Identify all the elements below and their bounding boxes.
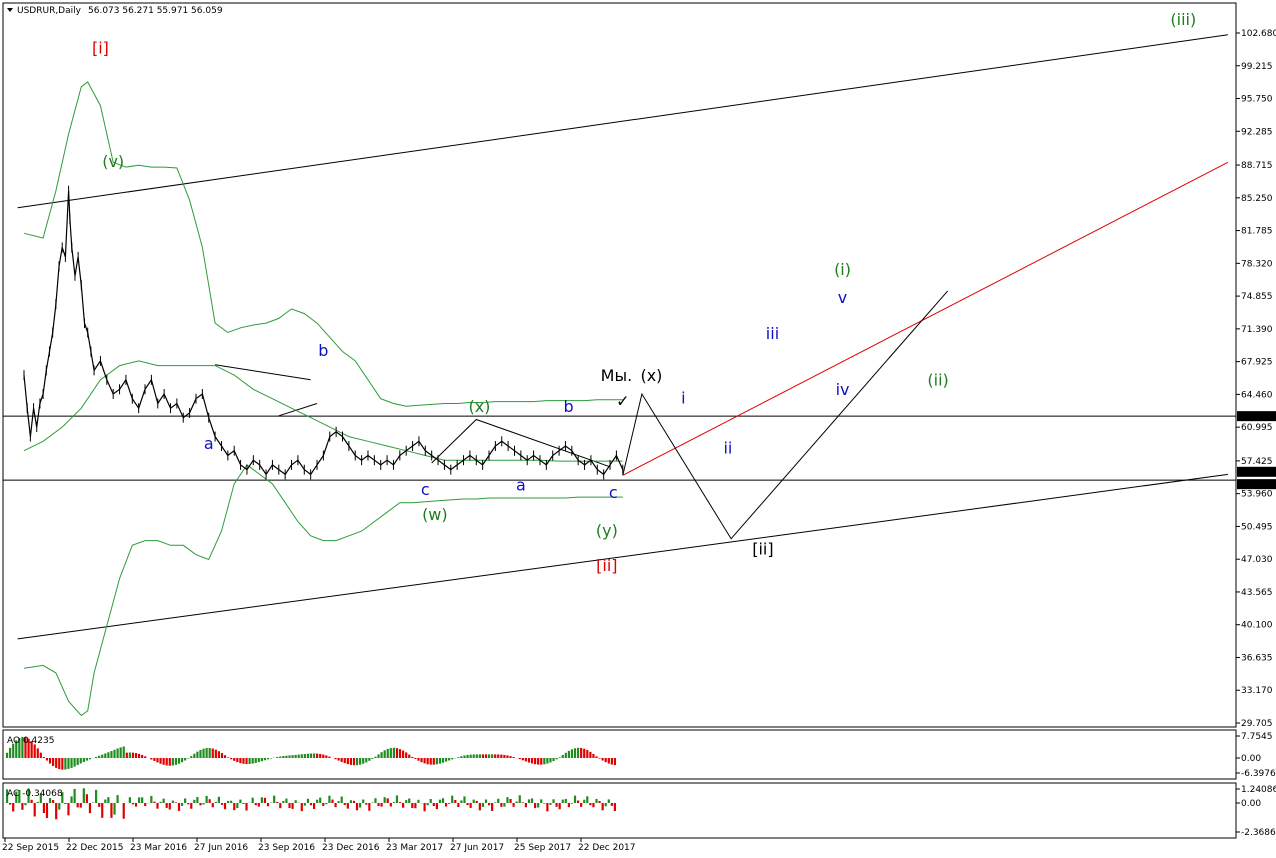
y-tick-label: 67.925 bbox=[1241, 358, 1273, 368]
x-tick-label: 27 Jun 2017 bbox=[450, 843, 504, 853]
band-lower-line bbox=[23, 464, 623, 717]
price-marker-label: 56.059 bbox=[1240, 468, 1272, 478]
price-marker-label: 62.158 bbox=[1240, 412, 1272, 422]
y-tick-label: 33.170 bbox=[1241, 686, 1273, 696]
y-tick-label: 99.215 bbox=[1241, 62, 1273, 72]
y-tick-label: 60.995 bbox=[1241, 423, 1273, 433]
y-tick-label: 29.705 bbox=[1241, 719, 1273, 729]
wave-label: (i) bbox=[834, 260, 851, 279]
wave-label: (y) bbox=[596, 521, 618, 540]
y-tick-label: 53.960 bbox=[1241, 490, 1273, 500]
wave-projection-line bbox=[622, 290, 949, 540]
x-tick-label: 22 Sep 2015 bbox=[2, 843, 59, 853]
wave-label: iv bbox=[836, 380, 850, 399]
wave-sub-line bbox=[278, 403, 318, 417]
y-tick-label: 57.425 bbox=[1241, 457, 1273, 467]
red-trend-line bbox=[622, 161, 1229, 476]
wave-label: ✓ bbox=[616, 391, 629, 410]
y-tick-label: 47.030 bbox=[1241, 555, 1273, 565]
ao-panel-frame bbox=[2, 729, 1237, 780]
dropdown-triangle-icon[interactable] bbox=[7, 8, 13, 12]
wave-label: (iii) bbox=[1170, 10, 1196, 29]
wave-label: [i] bbox=[92, 39, 109, 58]
y-tick-label: 102.680 bbox=[1241, 29, 1276, 39]
wave-label: (ii) bbox=[927, 370, 948, 389]
x-tick-label: 23 Sep 2016 bbox=[258, 843, 315, 853]
x-tick-label: 22 Dec 2017 bbox=[578, 843, 636, 853]
x-tick-label: 22 Dec 2015 bbox=[66, 843, 124, 853]
wave-label: Мы. bbox=[601, 366, 633, 385]
price-marker-label: 55.388 bbox=[1240, 480, 1272, 490]
y-tick-label: 40.100 bbox=[1241, 621, 1273, 631]
x-tick-label: 23 Mar 2017 bbox=[386, 843, 443, 853]
x-tick-label: 23 Dec 2016 bbox=[322, 843, 380, 853]
wave-label: (x) bbox=[468, 397, 490, 416]
y-tick-label: 64.460 bbox=[1241, 390, 1273, 400]
wave-label: (x) bbox=[640, 366, 662, 385]
y-tick-label: 74.855 bbox=[1241, 292, 1273, 302]
y-tick-label: 50.495 bbox=[1241, 522, 1273, 532]
wave-label: v bbox=[838, 288, 847, 307]
wave-label: a bbox=[204, 434, 214, 453]
chart-ohlc: 56.073 56.271 55.971 56.059 bbox=[88, 6, 223, 16]
wave-label: (v) bbox=[102, 152, 124, 171]
osc-tick-label: 1.24086 bbox=[1241, 785, 1276, 795]
y-tick-label: 36.635 bbox=[1241, 653, 1273, 663]
ac-label: AC -0.34068 bbox=[7, 789, 63, 799]
y-tick-label: 92.285 bbox=[1241, 127, 1273, 137]
y-tick-label: 88.715 bbox=[1241, 161, 1273, 171]
wave-label: c bbox=[421, 480, 430, 499]
wave-label: [ii] bbox=[752, 540, 773, 559]
x-tick-label: 25 Sep 2017 bbox=[514, 843, 571, 853]
y-tick-label: 95.750 bbox=[1241, 95, 1273, 105]
y-tick-label: 71.390 bbox=[1241, 325, 1273, 335]
y-tick-label: 81.785 bbox=[1241, 227, 1273, 237]
y-tick-label: 78.320 bbox=[1241, 259, 1273, 269]
osc-tick-label: 0.00 bbox=[1241, 754, 1261, 764]
channel-top-line bbox=[17, 34, 1228, 209]
band-middle-line bbox=[23, 360, 623, 462]
price-line bbox=[23, 190, 624, 476]
y-tick-label: 43.565 bbox=[1241, 588, 1273, 598]
y-tick-label: 85.250 bbox=[1241, 194, 1273, 204]
ao-label: AO 0.4235 bbox=[7, 736, 54, 746]
price-chart[interactable]: [i](v)abc(w)(x)abc(y)[ii]Мы. (x)✓ iii[ii]i… bbox=[0, 0, 1276, 858]
wave-label: (w) bbox=[422, 505, 448, 524]
osc-tick-label: 0.00 bbox=[1241, 799, 1261, 809]
osc-tick-label: -2.36862 bbox=[1241, 828, 1276, 838]
wave-label: iii bbox=[766, 324, 779, 343]
wave-label: ii bbox=[723, 439, 732, 458]
chart-title: USDRUR,Daily bbox=[17, 6, 82, 16]
channel-bottom-line bbox=[17, 473, 1228, 640]
osc-tick-label: -6.3976 bbox=[1241, 769, 1276, 779]
wave-label: c bbox=[609, 483, 618, 502]
wave-label: b bbox=[318, 341, 328, 360]
x-tick-label: 27 Jun 2016 bbox=[194, 843, 248, 853]
wave-label: [ii] bbox=[596, 556, 617, 575]
wave-label: i bbox=[681, 388, 685, 407]
wave-label: a bbox=[516, 475, 526, 494]
osc-tick-label: 7.7545 bbox=[1241, 732, 1273, 742]
ac-panel-frame bbox=[2, 782, 1237, 839]
chart-header: USDRUR,Daily 56.073 56.271 55.971 56.059 bbox=[7, 6, 223, 16]
x-tick-label: 23 Mar 2016 bbox=[130, 843, 187, 853]
wave-label: b bbox=[564, 397, 574, 416]
